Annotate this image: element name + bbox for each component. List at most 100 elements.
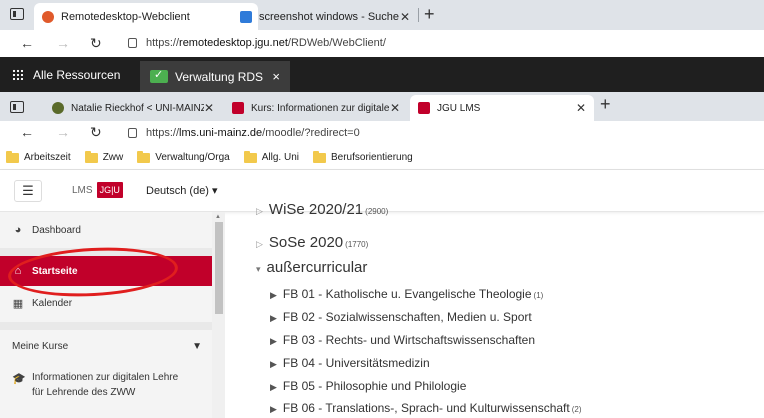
- subcategory-label: FB 05 - Philosophie und Philologie: [282, 379, 467, 393]
- back-icon[interactable]: ←: [20, 124, 34, 140]
- folder-icon: [6, 150, 19, 163]
- bookmark-label: Berufsorientierung: [331, 152, 413, 163]
- folder-icon: [84, 150, 98, 163]
- rds-bar: Alle Ressourcen Verwaltung RDS ×: [0, 57, 764, 92]
- collapsed-triangle-icon: ▶: [270, 313, 277, 323]
- category-wise-2020[interactable]: ▷ WiSe 2020/21 (2900): [256, 201, 388, 218]
- close-icon[interactable]: ✕: [390, 101, 400, 115]
- globe-favicon-icon: [52, 102, 64, 114]
- rds-session-tab[interactable]: Verwaltung RDS ×: [140, 61, 290, 92]
- category-aussercurricular[interactable]: ▾ außercurricular: [256, 259, 367, 276]
- inner-url[interactable]: https://lms.uni-mainz.de/moodle/?redirec…: [146, 127, 360, 139]
- close-icon[interactable]: ×: [272, 69, 280, 84]
- new-tab-icon[interactable]: +: [424, 4, 435, 25]
- collapsed-triangle-icon: ▶: [270, 336, 277, 346]
- outer-tab-bar: Remotedesktop-Webclient ✕ screenshot win…: [0, 0, 764, 30]
- sidebar-item-meine-kurse[interactable]: Meine Kurse ▼: [0, 334, 212, 358]
- folder-icon: [137, 150, 151, 163]
- category-label: SoSe 2020: [268, 234, 344, 251]
- bookmark-allg-uni[interactable]: Allg. Uni: [243, 150, 299, 163]
- folder-icon: [243, 150, 257, 163]
- category-label: außercurricular: [266, 259, 368, 276]
- language-menu[interactable]: Deutsch (de) ▾: [146, 184, 218, 197]
- forward-icon[interactable]: →: [56, 124, 70, 140]
- tab-kurs[interactable]: Kurs: Informationen zur digitalen ✕: [224, 95, 408, 121]
- tab-natalie[interactable]: Natalie Rieckhof < UNI-MAINZ > ✕: [44, 95, 222, 121]
- calendar-icon: ▦: [12, 297, 24, 310]
- site-logo[interactable]: LMS JG|U: [72, 182, 123, 198]
- jgu-favicon-icon: [418, 102, 430, 114]
- category-label: WiSe 2020/21: [268, 201, 364, 218]
- tab-title: Natalie Rieckhof < UNI-MAINZ >: [71, 102, 204, 114]
- close-icon[interactable]: ✕: [576, 101, 586, 115]
- collapsed-triangle-icon: ▶: [270, 404, 277, 414]
- bookmark-zww[interactable]: Zww: [84, 150, 123, 163]
- all-resources-button[interactable]: Alle Ressourcen: [0, 57, 134, 92]
- subcategory-fb01[interactable]: ▶ FB 01 - Katholische u. Evangelische Th…: [270, 287, 543, 301]
- subcategory-fb06[interactable]: ▶ FB 06 - Translations-, Sprach- und Kul…: [270, 401, 582, 415]
- lock-icon: [128, 128, 137, 138]
- bing-favicon-icon: [240, 10, 252, 23]
- subcategory-label: FB 06 - Translations-, Sprach- und Kultu…: [282, 401, 570, 415]
- subcategory-label: FB 02 - Sozialwissenschaften, Medien u. …: [282, 310, 532, 324]
- subcategory-label: FB 01 - Katholische u. Evangelische Theo…: [282, 287, 532, 301]
- collapsed-triangle-icon: ▷: [256, 206, 263, 216]
- bookmark-label: Arbeitszeit: [24, 152, 71, 163]
- scroll-up-icon[interactable]: ▲: [215, 214, 221, 220]
- sidebar-item-course[interactable]: 🎓 Informationen zur digitalen Lehre für …: [0, 370, 212, 404]
- forward-icon[interactable]: →: [56, 35, 70, 51]
- tab-actions-icon[interactable]: [10, 8, 24, 20]
- category-sose-2020[interactable]: ▷ SoSe 2020 (1770): [256, 234, 368, 251]
- close-icon[interactable]: ✕: [400, 10, 410, 24]
- bookmark-label: Verwaltung/Orga: [155, 152, 230, 163]
- dashboard-icon: ◕: [14, 224, 22, 236]
- menu-toggle-button[interactable]: ☰: [14, 180, 42, 202]
- tab-actions-icon[interactable]: [10, 101, 24, 113]
- remotedesktop-favicon-icon: [42, 10, 54, 23]
- tab-remotedesktop[interactable]: Remotedesktop-Webclient ✕: [34, 3, 258, 30]
- url-path: /moodle/?redirect=0: [262, 127, 360, 139]
- subcategory-count: (2): [571, 405, 582, 414]
- sidebar-scroll-thumb[interactable]: [215, 222, 223, 314]
- tab-jgu-lms[interactable]: JGU LMS ✕: [410, 95, 594, 121]
- subcategory-fb05[interactable]: ▶ FB 05 - Philosophie und Philologie: [270, 379, 466, 393]
- back-icon[interactable]: ←: [20, 35, 34, 51]
- new-tab-icon[interactable]: +: [600, 94, 611, 115]
- sidebar-item-label: Kalender: [32, 297, 73, 309]
- reload-icon[interactable]: ↻: [90, 124, 102, 141]
- url-host: remotedesktop.jgu.net: [179, 37, 288, 49]
- url-prefix: https://: [146, 127, 180, 139]
- folder-icon: [313, 150, 326, 163]
- graduation-cap-icon: 🎓: [12, 373, 26, 385]
- collapsed-triangle-icon: ▶: [270, 359, 277, 369]
- subcategory-fb02[interactable]: ▶ FB 02 - Sozialwissenschaften, Medien u…: [270, 310, 532, 324]
- reload-icon[interactable]: ↻: [90, 35, 102, 52]
- bookmark-verwaltung[interactable]: Verwaltung/Orga: [137, 150, 230, 163]
- collapsed-triangle-icon: ▷: [256, 239, 263, 249]
- category-count: (2900): [365, 207, 389, 216]
- expanded-triangle-icon: ▾: [256, 264, 261, 274]
- course-title-line2: für Lehrende des ZWW: [32, 387, 136, 398]
- sidebar-divider: [0, 322, 212, 330]
- tab-search[interactable]: screenshot windows - Suche ✕: [232, 3, 418, 30]
- close-icon[interactable]: ✕: [204, 101, 214, 115]
- subcategory-fb03[interactable]: ▶ FB 03 - Rechts- und Wirtschaftswissens…: [270, 333, 535, 347]
- url-path: /RDWeb/WebClient/: [287, 37, 386, 49]
- all-resources-label: Alle Ressourcen: [33, 67, 121, 82]
- tab-divider: [418, 8, 419, 22]
- subcategory-fb04[interactable]: ▶ FB 04 - Universitätsmedizin: [270, 356, 430, 370]
- outer-url[interactable]: https://remotedesktop.jgu.net/RDWeb/WebC…: [146, 37, 386, 49]
- bookmark-arbeitszeit[interactable]: Arbeitszeit: [6, 150, 71, 163]
- sidebar-item-label: Meine Kurse: [12, 340, 69, 352]
- bookmark-berufsorientierung[interactable]: Berufsorientierung: [313, 150, 413, 163]
- nav-drawer: ◕ Dashboard ⌂ Startseite ▦ Kalender Mein…: [0, 212, 225, 418]
- course-title-line1: Informationen zur digitalen Lehre: [32, 372, 179, 383]
- tab-title: Kurs: Informationen zur digitalen: [251, 102, 390, 114]
- jgu-favicon-icon: [232, 102, 244, 114]
- sidebar-item-dashboard[interactable]: ◕ Dashboard: [0, 217, 212, 243]
- remote-desktop-icon: [150, 68, 168, 83]
- subcategory-count: (1): [533, 291, 544, 300]
- subcategory-label: FB 04 - Universitätsmedizin: [282, 356, 430, 370]
- bookmarks-bar: Arbeitszeit Zww Verwaltung/Orga Allg. Un…: [0, 146, 764, 170]
- url-prefix: https://: [146, 37, 180, 49]
